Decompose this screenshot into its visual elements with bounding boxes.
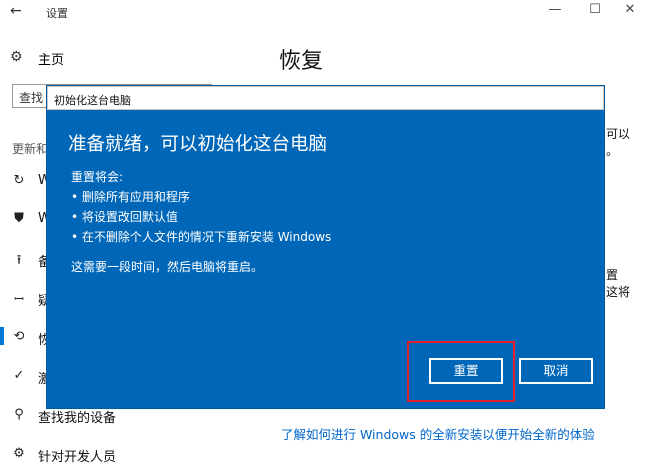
dialog-bullet: • 将设置改回默认值 xyxy=(71,210,178,224)
developer-icon: ⚙ xyxy=(13,446,25,461)
page-title: 恢复 xyxy=(279,49,324,74)
close-icon[interactable]: ✕ xyxy=(620,2,640,17)
gear-icon: ⚙ xyxy=(10,49,23,65)
main-text-fragment: 置 xyxy=(606,268,619,282)
sidebar-item-find-my-device[interactable]: 查找我的设备 xyxy=(38,407,116,426)
activation-icon: ✓ xyxy=(13,368,25,383)
maximize-icon[interactable]: ☐ xyxy=(585,2,605,17)
dialog-bullet: • 删除所有应用和程序 xyxy=(71,190,190,204)
recovery-icon: ⟲ xyxy=(13,329,25,344)
sidebar-item-home[interactable]: 主页 xyxy=(38,49,64,68)
sidebar-section-header: 更新和 xyxy=(12,142,49,156)
person-location-icon: ⚲ xyxy=(14,407,24,422)
main-text-fragment: 可以 xyxy=(606,127,631,141)
dialog-intro: 重置将会: xyxy=(71,170,124,184)
backup-icon: ⭱ xyxy=(16,253,22,268)
dialog-heading: 准备就绪，可以初始化这台电脑 xyxy=(68,134,328,155)
shield-icon: ⛊ xyxy=(14,211,24,226)
reset-pc-dialog: 初始化这台电脑 准备就绪，可以初始化这台电脑 重置将会: • 删除所有应用和程序… xyxy=(47,86,604,408)
dialog-note: 这需要一段时间，然后电脑将重启。 xyxy=(71,260,264,274)
search-input-text: 查找 xyxy=(19,91,44,105)
main-text-fragment: 。 xyxy=(606,144,619,158)
dialog-bullet: • 在不删除个人文件的情况下重新安装 Windows xyxy=(71,230,332,244)
dialog-titlebar: 初始化这台电脑 xyxy=(47,86,604,110)
wrench-icon: ꟷ xyxy=(14,292,24,306)
active-item-indicator xyxy=(0,327,4,345)
cancel-button[interactable]: 取消 xyxy=(519,358,593,384)
main-text-fragment: 这将 xyxy=(606,285,631,299)
sidebar-item-for-developers[interactable]: 针对开发人员 xyxy=(38,446,116,465)
highlight-annotation xyxy=(407,341,515,402)
clean-install-link[interactable]: 了解如何进行 Windows 的全新安装以便开始全新的体验 xyxy=(281,424,595,443)
minimize-icon[interactable]: — xyxy=(545,2,565,17)
refresh-icon: ↻ xyxy=(13,173,25,188)
dialog-title: 初始化这台电脑 xyxy=(54,94,131,107)
